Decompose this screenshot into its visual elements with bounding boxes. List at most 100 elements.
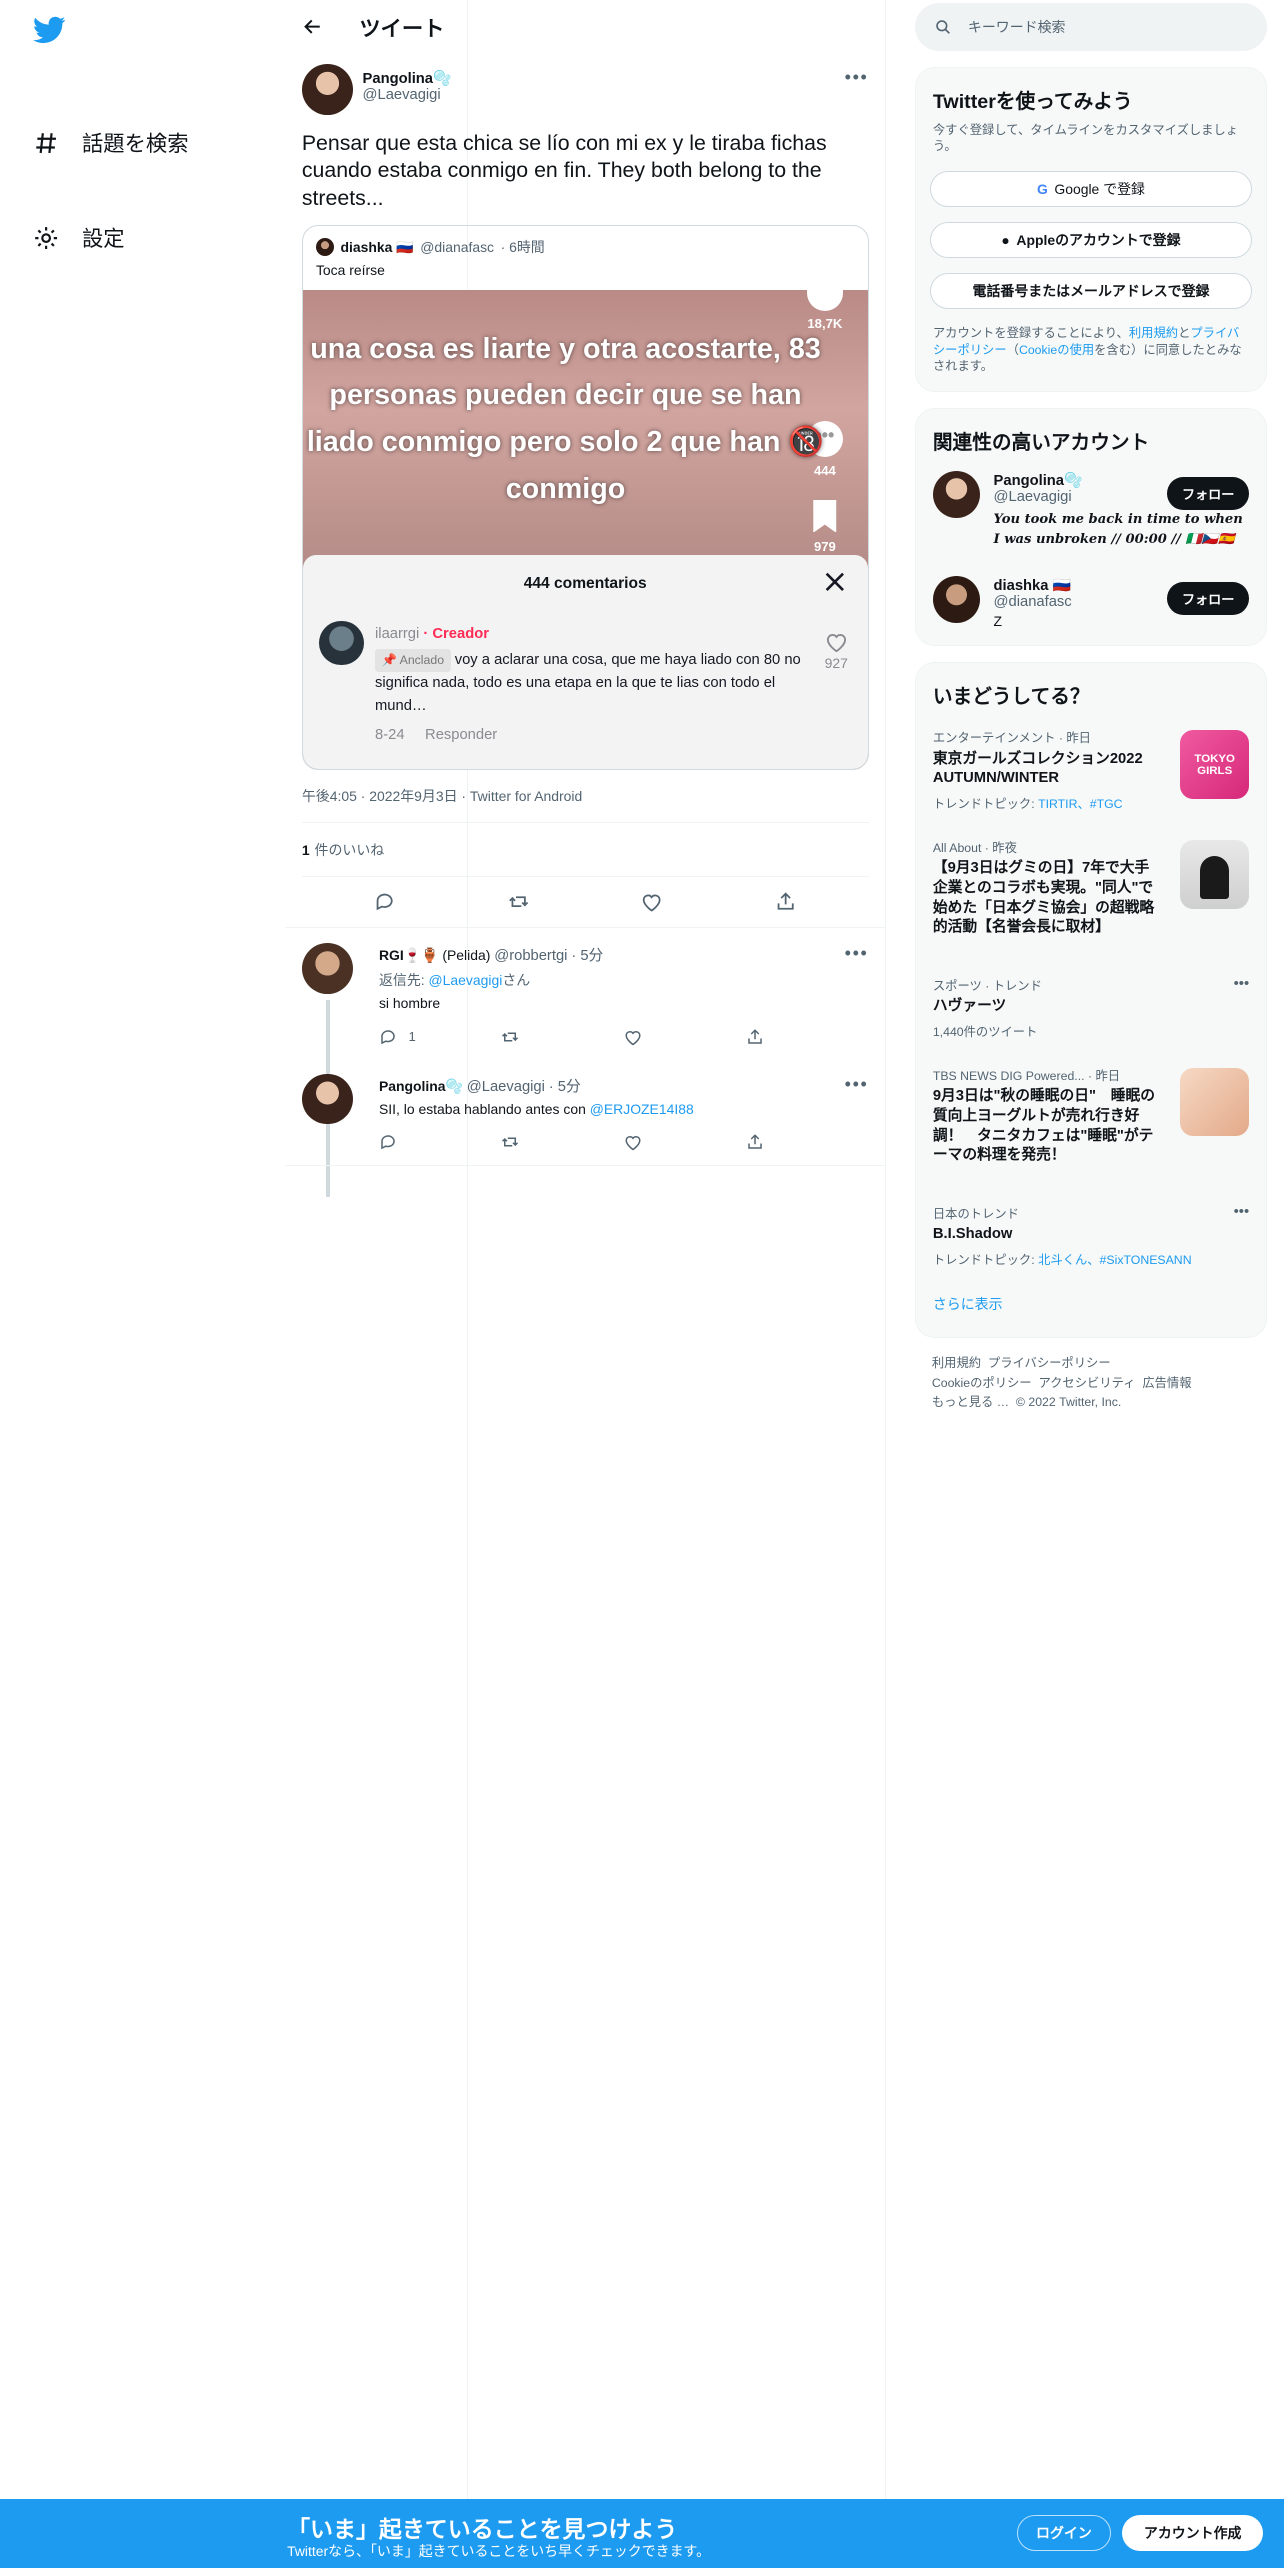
media-caption: una cosa es liarte y otra acostarte, 83 … <box>306 332 825 505</box>
follow-button[interactable]: フォロー <box>1167 582 1250 615</box>
reply-count: 1 <box>408 1029 416 1045</box>
trend-topics[interactable]: TIRTIR、#TGC <box>1038 797 1123 811</box>
trend-item[interactable]: 日本のトレンド B.I.Shadow トレンドトピック: 北斗くん、#SixTO… <box>916 1191 1265 1281</box>
footer-more[interactable]: もっと見る … <box>932 1395 1009 1409</box>
quote-media[interactable]: 18,7K ••• 444 979 una cosa es liarte y o… <box>302 289 868 769</box>
apple-signup-button[interactable]: ● Appleのアカウントで登録 <box>929 221 1253 258</box>
reply-handle[interactable]: @Laevagigi <box>467 1079 545 1095</box>
back-arrow-icon[interactable] <box>302 16 323 37</box>
account-row[interactable]: diashka 🇷🇺 @dianafasc Z フォロー <box>916 560 1265 645</box>
trend-item[interactable]: スポーツ · トレンド ハヴァーツ 1,440件のツイート ••• <box>916 963 1265 1053</box>
signup-button[interactable]: アカウント作成 <box>1122 2515 1264 2552</box>
avatar[interactable] <box>932 470 981 519</box>
trend-item[interactable]: エンターテインメント · 昨日 東京ガールズコレクション2022 AUTUMN/… <box>916 715 1265 825</box>
follow-button[interactable]: フォロー <box>1167 477 1250 510</box>
reply-icon[interactable] <box>374 891 395 912</box>
reply-to-mention[interactable]: @Laevagigi <box>429 972 503 988</box>
more-icon[interactable]: ••• <box>1234 1204 1250 1220</box>
right-sidebar: キーワード検索 Twitterを使ってみよう 今すぐ登録して、タイムラインをカス… <box>915 0 1267 1430</box>
share-icon <box>748 1134 762 1150</box>
footer-copyright: © 2022 Twitter, Inc. <box>1015 1395 1122 1410</box>
commenter-avatar <box>319 620 364 666</box>
reply-tweet[interactable]: RGI🍷🏺 (Pelida) @robbertgi · 5分 ••• 返信先: … <box>285 928 884 1198</box>
phone-signup-button[interactable]: 電話番号またはメールアドレスで登録 <box>929 272 1253 309</box>
heart-outline-icon <box>826 633 846 653</box>
cookie-link[interactable]: Cookieの使用 <box>1019 343 1094 357</box>
trend-category: TBS NEWS DIG Powered... · 昨日 <box>932 1068 1121 1083</box>
reply-mention[interactable]: @ERJOZE14I88 <box>590 1101 694 1117</box>
trend-count: 1,440件のツイート <box>932 1024 1038 1039</box>
share-button[interactable] <box>746 1028 868 1046</box>
main-column: ツイート Pangolina🫧 @Laevagigi ••• Pensar qu… <box>285 0 886 2568</box>
trend-title: 東京ガールズコレクション2022 AUTUMN/WINTER <box>932 750 1143 787</box>
share-icon <box>748 1028 762 1044</box>
nav-settings[interactable]: 設定 <box>33 220 125 256</box>
likes-summary[interactable]: 1 件のいいね <box>301 823 869 878</box>
author-name[interactable]: Pangolina🫧 <box>363 69 452 87</box>
nav-explore[interactable]: 話題を検索 <box>33 125 189 161</box>
show-more-link[interactable]: さらに表示 <box>916 1281 1265 1337</box>
share-button[interactable] <box>746 1133 868 1151</box>
retweet-button[interactable] <box>501 1028 623 1046</box>
avatar[interactable] <box>301 1073 353 1125</box>
comments-title: 444 comentarios <box>523 574 647 592</box>
banner-subtitle: Twitterなら、「いま」起きていることをいち早くチェックできます。 <box>287 2543 711 2560</box>
footer-terms[interactable]: 利用規約 <box>932 1356 981 1370</box>
more-icon[interactable]: ••• <box>1234 976 1250 992</box>
reply-button[interactable]: 1 <box>379 1028 501 1046</box>
more-icon[interactable]: ••• <box>845 1074 869 1095</box>
comment-reply: Responder <box>425 727 498 744</box>
twitter-logo-icon[interactable] <box>32 13 66 46</box>
reply-button[interactable] <box>379 1133 501 1151</box>
reply-tweet[interactable]: Pangolina🫧 @Laevagigi · 5分 ••• SII, lo e… <box>285 1059 885 1166</box>
footer-ads[interactable]: 広告情報 <box>1142 1376 1191 1390</box>
trend-topics[interactable]: 北斗くん、#SixTONESANN <box>1038 1253 1192 1267</box>
quote-name: diashka 🇷🇺 <box>340 238 414 255</box>
quote-header: diashka 🇷🇺 @dianafasc · 6時間 <box>303 226 868 257</box>
retweet-button[interactable] <box>501 1133 623 1151</box>
google-signup-button[interactable]: G Google で登録 <box>929 171 1253 208</box>
more-icon[interactable]: ••• <box>845 943 869 964</box>
comment: ilaarrgi · Creador 📌 Anclado voy a aclar… <box>375 623 802 748</box>
footer-accessibility[interactable]: アクセシビリティ <box>1038 1376 1135 1390</box>
heart-icon <box>806 289 843 311</box>
pinned-badge: 📌 Anclado <box>375 648 451 672</box>
terms-link[interactable]: 利用規約 <box>1129 326 1178 340</box>
login-button[interactable]: ログイン <box>1017 2515 1111 2552</box>
trend-thumbnail <box>1180 1067 1250 1137</box>
trend-item[interactable]: All About · 昨夜 【9月3日はグミの日】7年で大手企業とのコラボも実… <box>916 825 1265 963</box>
account-row[interactable]: Pangolina🫧 @Laevagigi You took me back i… <box>916 455 1265 560</box>
footer-privacy[interactable]: プライバシーポリシー <box>988 1356 1111 1370</box>
trend-title: 【9月3日はグミの日】7年で大手企業とのコラボも実現。"同人"で始めた「日本グミ… <box>932 860 1155 936</box>
like-button[interactable] <box>624 1028 746 1046</box>
related-accounts-card: 関連性の高いアカウント Pangolina🫧 @Laevagigi You to… <box>915 408 1267 646</box>
search-icon <box>936 20 951 34</box>
page-title: ツイート <box>359 16 445 41</box>
app-root: 話題を検索 設定 ツイート Pangolina🫧 @Laevagigi ••• … <box>0 0 1284 2568</box>
person-figure <box>1199 856 1230 899</box>
reply-handle[interactable]: @robbertgi <box>494 948 567 964</box>
avatar[interactable] <box>301 63 353 115</box>
header-bar: ツイート <box>285 0 884 54</box>
reply-name[interactable]: Pangolina🫧 <box>379 1078 463 1094</box>
reply-icon <box>381 1135 395 1150</box>
like-button[interactable] <box>624 1133 746 1151</box>
quote-text: Toca reírse <box>315 262 385 279</box>
more-icon[interactable]: ••• <box>845 67 869 88</box>
retweet-icon[interactable] <box>508 891 529 912</box>
close-icon[interactable] <box>825 572 845 592</box>
like-icon[interactable] <box>641 891 662 913</box>
reply-name[interactable]: RGI🍷🏺 <box>379 947 439 963</box>
search-input[interactable]: キーワード検索 <box>915 3 1267 51</box>
signup-title: Twitterを使ってみよう <box>932 90 1133 113</box>
tweet-author: Pangolina🫧 @Laevagigi ••• <box>301 63 869 120</box>
avatar[interactable] <box>932 575 981 624</box>
author-handle[interactable]: @Laevagigi <box>363 87 452 103</box>
trend-item[interactable]: TBS NEWS DIG Powered... · 昨日 9月3日は"秋の睡眠の… <box>916 1053 1265 1191</box>
quote-tweet[interactable]: diashka 🇷🇺 @dianafasc · 6時間 Toca reírse … <box>301 224 869 770</box>
footer-cookie[interactable]: Cookieのポリシー <box>932 1376 1032 1390</box>
reply-to-prefix: 返信先: <box>378 972 429 989</box>
share-icon[interactable] <box>775 891 796 912</box>
trends-card: いまどうしてる？ エンターテインメント · 昨日 東京ガールズコレクション202… <box>915 662 1267 1338</box>
avatar[interactable] <box>301 942 353 994</box>
